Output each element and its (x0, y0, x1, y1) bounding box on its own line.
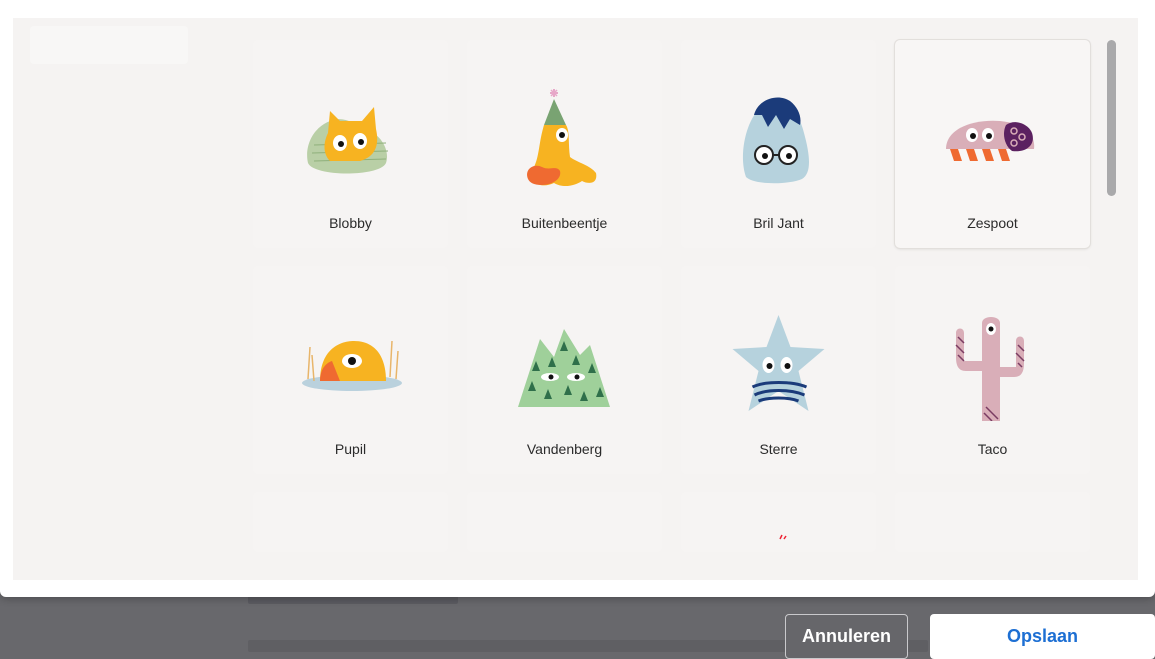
avatar-card[interactable] (681, 492, 876, 552)
avatar-picker-dialog: Blobby Buitenbeentje Bril Jant Zespoot P… (0, 0, 1155, 597)
avatar-card-zespoot[interactable]: Zespoot (895, 40, 1090, 248)
avatar-card-buitenbeentje[interactable]: Buitenbeentje (467, 40, 662, 248)
pupil-icon (302, 340, 402, 391)
blobby-icon (307, 107, 389, 174)
taco-icon (955, 317, 1025, 421)
avatar-card-vandenberg[interactable]: Vandenberg (467, 266, 662, 474)
zespoot-icon (946, 120, 1035, 161)
avatar-name: Buitenbeentje (521, 215, 608, 231)
background-text (248, 596, 458, 604)
avatar-peek-icon (779, 534, 787, 540)
avatar-name: Taco (977, 441, 1008, 457)
bril-jant-icon (742, 97, 809, 184)
save-button[interactable]: Opslaan (930, 614, 1155, 659)
scrollbar-thumb[interactable] (1107, 40, 1116, 196)
avatar-card-sterre[interactable]: Sterre (681, 266, 876, 474)
avatar-name: Pupil (334, 441, 367, 457)
avatar-card-bril-jant[interactable]: Bril Jant (681, 40, 876, 248)
avatar-name: Bril Jant (753, 215, 804, 231)
avatar-card[interactable] (253, 492, 448, 552)
avatar-name: Zespoot (967, 215, 1018, 231)
avatar-name: Vandenberg (526, 441, 603, 457)
avatar-panel: Blobby Buitenbeentje Bril Jant Zespoot P… (13, 18, 1138, 580)
sterre-icon (732, 315, 825, 411)
avatar-name: Blobby (329, 215, 372, 231)
avatar-card-blobby[interactable]: Blobby (253, 40, 448, 248)
avatar-name: Sterre (759, 441, 798, 457)
avatar-card[interactable] (895, 492, 1090, 552)
avatar-card-taco[interactable]: Taco (895, 266, 1090, 474)
avatar-card-pupil[interactable]: Pupil (253, 266, 448, 474)
avatar-card[interactable] (467, 492, 662, 552)
cancel-button[interactable]: Annuleren (785, 614, 908, 659)
buitenbeentje-icon (527, 89, 597, 187)
vandenberg-icon (518, 329, 610, 407)
sidebar-placeholder (30, 26, 188, 64)
